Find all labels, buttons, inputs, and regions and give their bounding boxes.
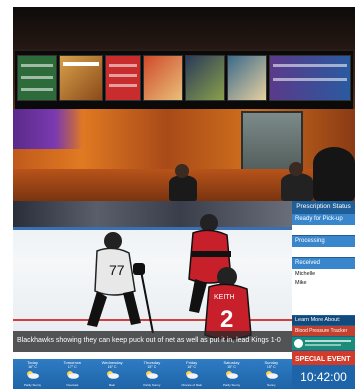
forecast-condition: Partly Sunny — [143, 383, 161, 387]
svg-text:77: 77 — [109, 262, 125, 278]
digital-signage: 77 KEITH 2 Blackhawks showing they can k… — [13, 201, 355, 389]
forecast-condition: Rain — [109, 383, 116, 387]
menu-board — [269, 55, 351, 101]
forecast-temp: 15° C — [266, 365, 276, 369]
cloud-icon — [265, 371, 278, 379]
forecast-temp: 15° C — [147, 365, 157, 369]
purple-sign — [13, 109, 83, 149]
learn-more-label: Learn More About: — [292, 316, 355, 325]
special-event-banner: SPECIAL EVENT — [292, 351, 355, 365]
processing-row: Processing — [292, 236, 355, 247]
patient-name: Michelle — [295, 271, 316, 277]
blood-pressure-link: Blood Pressure Tracker — [292, 326, 355, 336]
customer-person — [313, 147, 355, 201]
patient-name: Mike — [295, 280, 307, 286]
promo-text — [305, 340, 351, 342]
restaurant-menu-photo — [13, 7, 355, 201]
processing-list — [292, 247, 355, 257]
forecast-day: Wednesday 16° C Rain — [93, 359, 132, 389]
kings-player: 77 — [87, 232, 154, 334]
clock: 10:42:00 — [292, 365, 355, 389]
forecast-condition: Overcast — [66, 383, 79, 387]
svg-text:KEITH: KEITH — [214, 294, 235, 301]
forecast-day: Tomorrow 17° C Overcast — [53, 359, 92, 389]
forecast-day: Saturday 15° C Partly Sunny — [212, 359, 251, 389]
forecast-condition: Partly Sunny — [222, 383, 240, 387]
menu-boards — [15, 51, 353, 109]
received-row: Received — [292, 258, 355, 269]
cloud-icon — [146, 371, 159, 379]
menu-board — [227, 55, 267, 101]
cloud-icon — [186, 371, 199, 379]
staff-head — [289, 162, 303, 176]
received-list: Michelle Mike — [292, 269, 355, 315]
weather-forecast: Today 16° C Partly Sunny Tomorrow 17° C Overc… — [13, 359, 292, 389]
composite-photo: 77 KEITH 2 Blackhawks showing they can k… — [13, 7, 355, 389]
hockey-video: 77 KEITH 2 Blackhawks showing they can k… — [13, 201, 292, 352]
menu-board — [143, 55, 183, 101]
promo-tile — [292, 337, 355, 350]
ready-list — [292, 225, 355, 235]
svg-text:2: 2 — [220, 306, 233, 333]
ceiling — [13, 7, 355, 49]
menu-board — [17, 55, 57, 101]
forecast-temp: 15° C — [227, 365, 236, 369]
menu-board — [59, 55, 103, 101]
menu-board — [185, 55, 225, 101]
players-illustration: 77 KEITH 2 — [87, 214, 252, 340]
cloud-icon — [106, 371, 119, 379]
forecast-temp: 16° C — [187, 365, 197, 369]
forecast-day: Today 16° C Partly Sunny — [13, 359, 52, 389]
promo-text — [305, 344, 341, 346]
staff-person — [281, 173, 313, 201]
cloud-icon — [66, 371, 79, 379]
forecast-temp: 16° C — [107, 365, 117, 369]
staff-person — [169, 175, 197, 201]
forecast-condition: Partly Sunny — [23, 383, 41, 387]
prescription-panel: Prescription Status Ready for Pick-up Pr… — [292, 201, 355, 389]
forecast-condition: Sunny — [267, 383, 276, 387]
forecast-day: Friday 16° C Chance of Rain — [172, 359, 211, 389]
staff-head — [175, 164, 189, 178]
forecast-condition: Chance of Rain — [181, 383, 203, 387]
forecast-day: Sunday 15° C Sunny — [252, 359, 291, 389]
menu-board — [105, 55, 141, 101]
forecast-day: Thursday 15° C Partly Sunny — [132, 359, 171, 389]
prescription-title: Prescription Status — [292, 201, 355, 213]
cloud-icon — [27, 371, 39, 379]
forecast-temp: 16° C — [28, 365, 37, 369]
special-event-text: SPECIAL EVENT — [295, 356, 351, 363]
cloud-icon — [226, 371, 238, 379]
news-ticker: Blackhawks showing they can keep puck ou… — [13, 331, 292, 352]
promo-icon — [294, 339, 303, 348]
ready-row: Ready for Pick-up — [292, 214, 355, 225]
forecast-temp: 17° C — [67, 365, 77, 369]
